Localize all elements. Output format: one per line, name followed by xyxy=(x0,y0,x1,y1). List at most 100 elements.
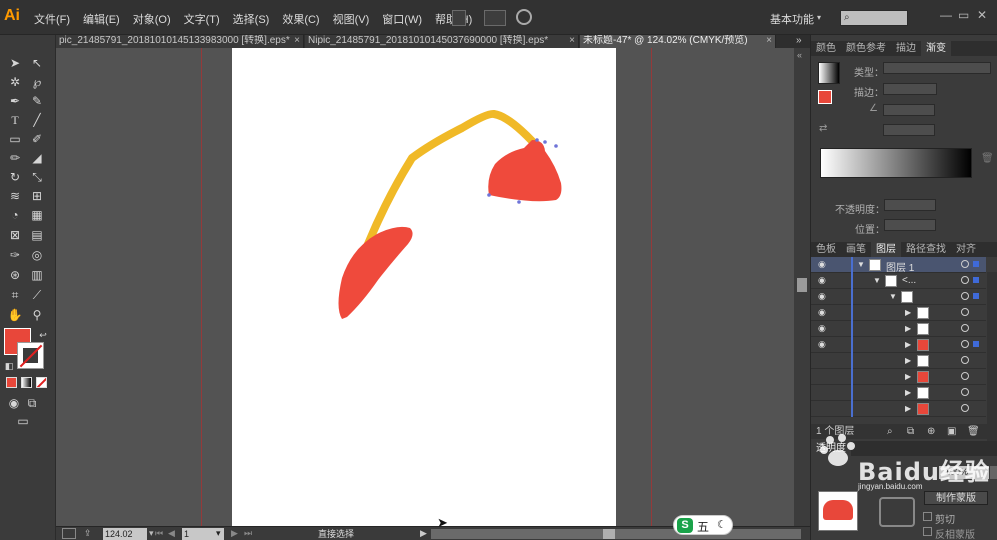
column-graph-tool-icon[interactable]: ▥ xyxy=(28,267,46,283)
locate-object-icon[interactable]: ⌕ xyxy=(887,424,893,439)
visibility-eye-icon[interactable]: ◉ xyxy=(818,259,830,270)
tab-stroke[interactable]: 描边 xyxy=(891,41,921,56)
tab-overflow-icon[interactable]: » xyxy=(796,35,802,46)
tab-pathfinder[interactable]: 路径查找 xyxy=(901,242,951,257)
tab-close-icon[interactable]: × xyxy=(294,35,300,47)
layer-row[interactable]: ▶ xyxy=(811,369,986,385)
swap-fill-stroke-icon[interactable]: ↩ xyxy=(34,327,52,343)
gradient-mode-icon[interactable] xyxy=(21,377,32,388)
target-circle-icon[interactable] xyxy=(961,388,969,396)
visibility-eye-icon[interactable]: ◉ xyxy=(818,323,830,334)
rotate-tool-icon[interactable]: ↻ xyxy=(6,169,24,185)
visibility-eye-icon[interactable] xyxy=(818,371,830,382)
width-tool-icon[interactable]: ≋ xyxy=(6,188,24,204)
layer-row[interactable]: ◉ ▶ xyxy=(811,305,986,321)
none-mode-icon[interactable] xyxy=(36,377,47,388)
tab-swatches[interactable]: 色板 xyxy=(811,242,841,257)
menu-edit[interactable]: 编辑(E) xyxy=(83,11,127,27)
layer-row[interactable]: ▶ xyxy=(811,401,986,417)
stop-location-field[interactable] xyxy=(884,219,936,231)
object-thumbnail[interactable] xyxy=(818,491,858,531)
current-tool-status[interactable]: 直接选择 xyxy=(318,528,354,540)
selection-square-icon[interactable] xyxy=(973,293,979,299)
selection-square-icon[interactable] xyxy=(973,261,979,267)
target-circle-icon[interactable] xyxy=(961,372,969,380)
lamp-base-shape[interactable] xyxy=(338,226,413,319)
visibility-eye-icon[interactable] xyxy=(818,355,830,366)
delete-layer-icon[interactable]: 🗑 xyxy=(967,424,980,439)
visibility-eye-icon[interactable]: ◉ xyxy=(818,291,830,302)
expand-toggle-icon[interactable]: ▶ xyxy=(905,404,911,413)
workspace-switcher[interactable]: 基本功能 xyxy=(770,11,814,27)
tab-document-2[interactable]: Nipic_21485791_20181010145037690000 [转换]… xyxy=(305,35,579,48)
stop-opacity-field[interactable] xyxy=(884,199,936,211)
menu-window[interactable]: 窗口(W) xyxy=(382,11,429,27)
lamp-head-shape[interactable] xyxy=(488,140,562,202)
selection-tool-icon[interactable]: ➤ xyxy=(6,55,24,71)
last-artboard-button[interactable]: ⏭ xyxy=(244,528,252,539)
layer-row[interactable]: ◉ ▶ xyxy=(811,321,986,337)
menu-object[interactable]: 对象(O) xyxy=(133,11,178,27)
tab-color-guide[interactable]: 颜色参考 xyxy=(841,41,891,56)
reverse-gradient-icon[interactable]: ⇄ xyxy=(819,123,827,134)
target-circle-icon[interactable] xyxy=(961,356,969,364)
gpu-performance-icon[interactable] xyxy=(516,9,532,25)
artboard-tool-icon[interactable]: ⌗ xyxy=(6,287,24,303)
target-circle-icon[interactable] xyxy=(961,324,969,332)
minimize-button[interactable]: — xyxy=(940,8,952,22)
clip-checkbox[interactable] xyxy=(923,512,932,521)
line-tool-icon[interactable]: ╱ xyxy=(28,112,46,128)
tab-document-3-active[interactable]: 未标题-47* @ 124.02% (CMYK/预览) × xyxy=(580,35,776,48)
screen-mode-icon[interactable]: ⧉ xyxy=(23,395,41,411)
slice-tool-icon[interactable]: ⟋ xyxy=(28,287,46,303)
share-icon[interactable]: ⇪ xyxy=(84,528,92,539)
layer-row[interactable]: ▶ xyxy=(811,353,986,369)
gradient-angle-field[interactable] xyxy=(883,104,935,116)
anchor-point[interactable] xyxy=(535,138,539,142)
bridge-icon[interactable] xyxy=(452,10,466,26)
hand-tool-icon[interactable]: ✋ xyxy=(6,307,24,323)
tab-document-1[interactable]: pic_21485791_20181010145133983000 [转换].e… xyxy=(56,35,304,48)
ime-toolbar[interactable]: S 五 ☾ xyxy=(673,515,733,535)
pen-tool-icon[interactable]: ✒ xyxy=(6,93,24,109)
zoom-tool-icon[interactable]: ⚲ xyxy=(28,307,46,323)
visibility-eye-icon[interactable]: ◉ xyxy=(818,275,830,286)
layer-row[interactable]: ▶ xyxy=(811,385,986,401)
first-artboard-button[interactable]: ⏮ xyxy=(155,528,163,539)
expand-toggle-icon[interactable]: ▼ xyxy=(889,292,897,301)
cc-libraries-icon[interactable] xyxy=(62,528,76,539)
expand-toggle-icon[interactable]: ▼ xyxy=(873,276,881,285)
layer-name[interactable]: <... xyxy=(902,275,916,286)
visibility-eye-icon[interactable] xyxy=(818,387,830,398)
target-circle-icon[interactable] xyxy=(961,292,969,300)
symbol-sprayer-tool-icon[interactable]: ⊛ xyxy=(6,267,24,283)
anchor-point[interactable] xyxy=(543,140,547,144)
horizontal-scroll-thumb[interactable] xyxy=(603,529,615,539)
perspective-grid-tool-icon[interactable]: ▦ xyxy=(28,207,46,223)
zoom-dropdown-icon[interactable]: ▾ xyxy=(149,528,154,539)
menu-effect[interactable]: 效果(C) xyxy=(282,11,326,27)
expand-toggle-icon[interactable]: ▶ xyxy=(905,372,911,381)
stroke-color-swatch[interactable] xyxy=(17,342,44,369)
stroke-gradient-buttons[interactable] xyxy=(883,83,937,95)
arrange-documents-icon[interactable] xyxy=(484,10,506,26)
draw-normal-icon[interactable]: ◉ xyxy=(5,395,23,411)
tab-close-icon[interactable]: × xyxy=(569,35,575,47)
tab-close-icon[interactable]: × xyxy=(766,35,772,47)
tab-align[interactable]: 对齐 xyxy=(951,242,981,257)
eraser-tool-icon[interactable]: ◢ xyxy=(28,150,46,166)
target-circle-icon[interactable] xyxy=(961,260,969,268)
visibility-eye-icon[interactable]: ◉ xyxy=(818,339,830,350)
type-tool-icon[interactable]: T xyxy=(6,112,24,128)
help-search-input[interactable]: ⌕ xyxy=(840,10,908,26)
expand-toggle-icon[interactable]: ▶ xyxy=(905,356,911,365)
layers-scrollbar[interactable] xyxy=(987,272,997,444)
selection-square-icon[interactable] xyxy=(973,277,979,283)
panel-collapse-icon[interactable]: « xyxy=(797,50,802,60)
expand-toggle-icon[interactable]: ▶ xyxy=(905,388,911,397)
gradient-slider[interactable] xyxy=(820,148,972,178)
blend-tool-icon[interactable]: ◎ xyxy=(28,247,46,263)
shape-builder-tool-icon[interactable]: ◔ xyxy=(6,207,24,223)
workspace-dropdown-icon[interactable]: ▾ xyxy=(817,13,821,22)
visibility-eye-icon[interactable] xyxy=(818,403,830,414)
